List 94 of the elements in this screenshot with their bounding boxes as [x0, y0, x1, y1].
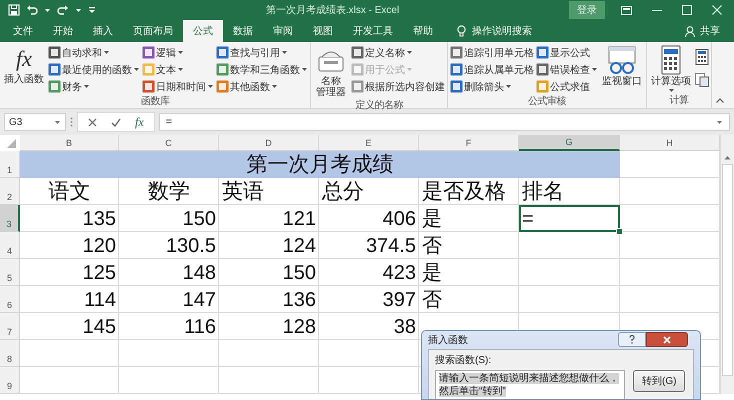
fx-icon: fx — [16, 45, 32, 73]
ribbon-tab[interactable]: 页面布局 — [123, 20, 183, 42]
table-cell: = — [519, 205, 620, 232]
table-cell: 第一次月考成绩 — [20, 151, 620, 178]
window-title: 第一次月考成绩表.xlsx - Excel — [264, 4, 400, 17]
row-header[interactable]: 6 — [0, 286, 20, 313]
ribbon-button[interactable]: 追踪引用单元格 — [450, 45, 534, 60]
table-cell-text: 英语 — [221, 179, 265, 205]
ribbon-button[interactable]: 显示公式 — [536, 45, 598, 60]
ribbon-tab[interactable]: 插入 — [83, 20, 123, 42]
ribbon-button[interactable]: 监视窗口 — [600, 45, 644, 94]
ribbon-button[interactable]: 日期和时间 — [142, 79, 214, 94]
table-cell-text: 148 — [182, 261, 217, 286]
column-header[interactable]: C — [119, 135, 219, 151]
group-label: 公式审核 — [527, 94, 568, 109]
row-header[interactable]: 8 — [0, 340, 20, 367]
ribbon-button[interactable]: 计算选项 — [649, 45, 693, 93]
table-cell-text: 128 — [282, 315, 317, 340]
table-cell-text: 116 — [183, 315, 217, 340]
table-cell-text: 406 — [382, 207, 417, 232]
row-header[interactable]: 1 — [0, 151, 20, 178]
ribbon-tab[interactable]: 帮助 — [403, 20, 443, 42]
table-cell-text: 147 — [182, 288, 217, 313]
search-label: 搜索函数(S): — [435, 354, 492, 367]
share-button[interactable]: 共享 — [679, 20, 726, 42]
name-box[interactable]: G3 — [4, 113, 66, 131]
table-cell-text: 397 — [382, 288, 417, 313]
table-cell-text: 136 — [282, 288, 317, 313]
table-cell-text: 124 — [282, 234, 317, 259]
insert-function-button[interactable]: fx — [135, 114, 144, 130]
ribbon-button[interactable]: 公式求值 — [536, 79, 598, 94]
search-field[interactable]: 请输入一条简短说明来描述您想做什么，然后单击“转到” — [435, 370, 625, 399]
table-cell-text: 150 — [182, 207, 217, 232]
ribbon-tab[interactable]: 数据 — [223, 20, 263, 42]
ribbon-tab[interactable]: 文件 — [3, 20, 43, 42]
tell-me-search[interactable]: 操作说明搜索 — [451, 20, 538, 42]
table-cell-text: 130.5 — [164, 234, 217, 259]
table-cell-text: 374.5 — [364, 234, 417, 259]
row-header[interactable]: 3 — [0, 205, 20, 232]
table-cell-text: 否 — [421, 234, 443, 259]
row-header[interactable]: 9 — [0, 367, 20, 394]
table-cell-text: 是 — [421, 207, 443, 232]
table-cell-text: 语文 — [48, 179, 92, 205]
ribbon-button[interactable]: fx 插入函数 — [2, 45, 46, 94]
table-cell-text: 38 — [392, 315, 417, 340]
column-header[interactable]: E — [319, 135, 419, 151]
ribbon-button[interactable]: 错误检查 — [536, 62, 598, 77]
group-label: 计算 — [668, 94, 690, 108]
ribbon-button[interactable]: 文本 — [142, 62, 214, 77]
ribbon-button[interactable]: 最近使用的函数 — [48, 62, 140, 77]
ribbon-tab[interactable]: 审阅 — [263, 20, 303, 42]
column-header[interactable]: G — [519, 135, 620, 151]
table-cell-text: 114 — [83, 288, 117, 313]
ribbon-button[interactable]: 名称 管理器 — [313, 45, 349, 98]
ribbon-tab[interactable]: 视图 — [303, 20, 343, 42]
ribbon-tab[interactable]: 公式 — [183, 20, 223, 42]
table-cell-text: 145 — [82, 315, 117, 340]
ribbon-tab[interactable]: 开始 — [43, 20, 83, 42]
column-header[interactable]: B — [20, 135, 119, 151]
column-header[interactable]: F — [419, 135, 519, 151]
column-header[interactable]: H — [620, 135, 720, 151]
formula-input[interactable]: = — [158, 113, 730, 131]
ribbon-button[interactable]: 删除箭头 — [450, 79, 534, 94]
table-cell-text: 数学 — [147, 179, 191, 205]
table-cell-text: 423 — [382, 261, 417, 286]
group-label: 函数库 — [140, 94, 171, 109]
column-header[interactable]: D — [219, 135, 319, 151]
ribbon-button[interactable]: 自动求和 — [48, 45, 140, 60]
row-header[interactable]: 7 — [0, 313, 20, 340]
ribbon-button[interactable]: 逻辑 — [142, 45, 214, 60]
group-label: 定义的名称 — [354, 98, 404, 113]
go-button[interactable]: 转到(G) — [633, 370, 686, 392]
table-cell-text: 150 — [282, 261, 317, 286]
ribbon-button[interactable]: 财务 — [48, 79, 140, 94]
table-cell-text: 否 — [421, 288, 443, 313]
table-cell-text: 是 — [421, 261, 443, 286]
ribbon-button[interactable]: 追踪从属单元格 — [450, 62, 534, 77]
table-cell-text: 120 — [82, 234, 117, 259]
dialog-title: 插入函数 — [428, 334, 469, 346]
table-cell-text: 排名 — [521, 179, 565, 205]
table-cell-text: 是否及格 — [421, 179, 507, 205]
table-cell-text: 125 — [82, 261, 117, 286]
ribbon-button[interactable]: 数学和三角函数 — [216, 62, 308, 77]
row-header[interactable]: 5 — [0, 259, 20, 286]
table-cell-text: 总分 — [321, 179, 365, 205]
ribbon-button[interactable]: 定义名称 — [351, 45, 445, 60]
table-cell-text: 121 — [282, 207, 317, 232]
ribbon-button[interactable]: 查找与引用 — [216, 45, 308, 60]
table-cell-text: 135 — [82, 207, 117, 232]
ribbon-button[interactable]: 其他函数 — [216, 79, 308, 94]
row-header[interactable]: 2 — [0, 178, 20, 205]
row-header[interactable]: 4 — [0, 232, 20, 259]
ribbon-button[interactable]: 根据所选内容创建 — [351, 79, 445, 94]
ribbon-tab[interactable]: 开发工具 — [343, 20, 403, 42]
